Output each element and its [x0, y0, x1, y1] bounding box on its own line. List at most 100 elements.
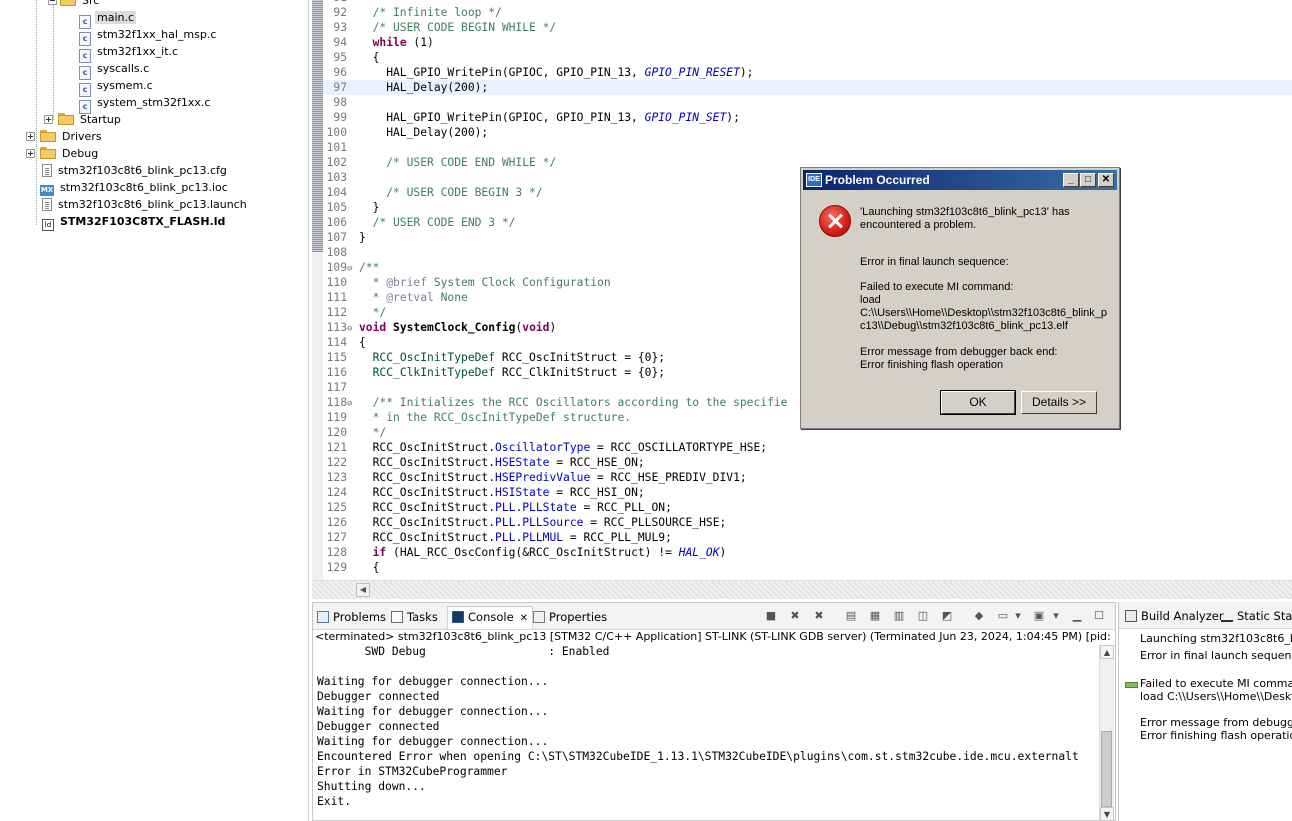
console-toolbar-button[interactable]: ◆ — [971, 609, 987, 623]
tree-item-label: Drivers — [62, 130, 102, 143]
console-line: Shutting down... — [317, 780, 426, 793]
line-number: 115 — [326, 351, 347, 364]
code-line: 129 { — [323, 560, 1292, 575]
maximize-button[interactable]: □ — [1080, 173, 1096, 187]
line-number: 102 — [326, 156, 347, 169]
line-number: 92 — [333, 6, 347, 19]
console-toolbar-button[interactable]: ▾ — [1013, 609, 1023, 623]
tab-label: Build Analyzer — [1141, 609, 1224, 623]
text-file-icon — [42, 198, 52, 211]
ok-button[interactable]: OK — [940, 390, 1016, 415]
scroll-down-icon[interactable]: ▼ — [1100, 807, 1114, 820]
dialog-title: Problem Occurred — [825, 173, 930, 187]
code-text: RCC_OscInitStruct.HSEState = RCC_HSE_ON; — [359, 456, 645, 469]
line-number: 127 — [326, 531, 347, 544]
tree-item[interactable]: c stm32f1xx_hal_msp.c — [79, 26, 218, 46]
code-line: 100 HAL_Delay(200); — [323, 125, 1292, 140]
tree-item[interactable]: Debug — [40, 145, 100, 162]
tree-item[interactable]: c system_stm32f1xx.c — [79, 94, 212, 114]
code-text: RCC_OscInitStruct.HSEPredivValue = RCC_H… — [359, 471, 747, 484]
line-number: 101 — [326, 141, 347, 154]
tab-build-analyzer[interactable]: Build Analyzer — [1125, 606, 1224, 626]
console-toolbar-button[interactable]: ◩ — [939, 609, 955, 623]
console-toolbar-button[interactable]: ◫ — [915, 609, 931, 623]
code-line: 121 RCC_OscInitStruct.OscillatorType = R… — [323, 440, 1292, 455]
tree-item-label: Src — [82, 0, 100, 7]
tree-item-label: syscalls.c — [97, 62, 150, 75]
code-line: 98 — [323, 95, 1292, 110]
line-number: 112 — [326, 306, 347, 319]
code-text: /* Infinite loop */ — [359, 6, 502, 19]
tree-expander-icon[interactable] — [44, 115, 53, 124]
build-message-line: Error message from debugger b — [1140, 716, 1292, 729]
tree-item[interactable]: Drivers — [40, 128, 104, 145]
console-toolbar-button[interactable]: ▦ — [867, 609, 883, 623]
console-line: Exit. — [317, 795, 352, 808]
minimize-button[interactable]: _ — [1063, 173, 1079, 187]
code-text: } — [359, 231, 366, 244]
build-analyzer-icon — [1125, 610, 1137, 622]
editor-horizontal-scrollbar[interactable]: ◀ — [312, 580, 1292, 599]
code-line: 125 RCC_OscInitStruct.PLL.PLLState = RCC… — [323, 500, 1292, 515]
tree-item[interactable]: c stm32f1xx_it.c — [79, 43, 180, 63]
scroll-left-icon[interactable]: ◀ — [356, 583, 370, 597]
tree-expander-icon[interactable] — [26, 149, 35, 158]
code-text: HAL_Delay(200); — [359, 81, 489, 94]
console-toolbar-button[interactable]: ▣ — [1031, 609, 1047, 623]
tree-item[interactable]: c syscalls.c — [79, 60, 151, 80]
ide-icon: IDE — [806, 173, 822, 187]
code-text: RCC_OscInitTypeDef RCC_OscInitStruct = {… — [372, 351, 666, 364]
console-toolbar-button[interactable]: ▥ — [891, 609, 907, 623]
folder-icon — [60, 0, 76, 6]
scroll-up-icon[interactable]: ▲ — [1100, 645, 1114, 659]
tab-console[interactable]: Console ✕ — [447, 606, 534, 629]
close-icon[interactable]: ✕ — [520, 613, 528, 624]
tree-item[interactable]: stm32f103c8t6_blink_pc13.cfg — [42, 162, 229, 179]
tree-item[interactable]: c main.c — [79, 9, 137, 29]
code-line: 94 while (1) — [323, 35, 1292, 50]
static-stack-icon — [1221, 610, 1233, 622]
line-number: 94 — [333, 36, 347, 49]
console-toolbar-button[interactable]: ■ — [763, 609, 779, 623]
error-icon — [819, 205, 851, 237]
code-text: * @retval None — [359, 291, 468, 304]
line-number: 121 — [326, 441, 347, 454]
dialog-title-bar[interactable]: IDE Problem Occurred _ □ ✕ — [803, 170, 1117, 190]
console-output[interactable]: SWD Debug : Enabled Waiting for debugger … — [317, 644, 1097, 809]
tab-tasks[interactable]: Tasks — [391, 607, 438, 627]
console-toolbar-button[interactable]: ▾ — [1051, 609, 1061, 623]
console-vertical-scrollbar[interactable]: ▲ ▼ — [1099, 645, 1114, 820]
build-analyzer-panel: Build Analyzer Static Stack Launching stm… — [1118, 602, 1292, 821]
tab-static-stack[interactable]: Static Stack — [1221, 606, 1292, 626]
code-text: { — [359, 561, 380, 574]
dialog-message-line: Failed to execute MI command: — [860, 281, 1014, 293]
tab-problems[interactable]: Problems — [317, 607, 386, 627]
tree-item[interactable]: MX stm32f103c8t6_blink_pc13.ioc — [40, 179, 230, 196]
code-text: * in the RCC_OscInitTypeDef structure. — [359, 411, 632, 424]
close-button[interactable]: ✕ — [1098, 173, 1114, 187]
code-text: /* USER CODE BEGIN 3 */ — [359, 186, 543, 199]
tree-item[interactable]: Src — [60, 0, 101, 9]
code-text: RCC_OscInitStruct.OscillatorType = RCC_O… — [359, 441, 768, 454]
tree-item[interactable]: ld STM32F103C8TX_FLASH.ld — [42, 213, 227, 231]
line-number: 113 — [326, 321, 347, 334]
console-toolbar-button[interactable]: ▁ — [1069, 609, 1085, 623]
tab-properties[interactable]: Properties — [533, 607, 607, 627]
tree-item[interactable]: stm32f103c8t6_blink_pc13.launch — [42, 196, 249, 213]
scroll-thumb[interactable] — [1101, 731, 1112, 807]
build-message-line: Error in final launch sequence: — [1140, 649, 1292, 662]
console-toolbar-button[interactable]: ✖ — [787, 609, 803, 623]
console-line: Waiting for debugger connection... — [317, 675, 549, 688]
details-button[interactable]: Details >> — [1021, 391, 1097, 414]
tree-item[interactable]: Startup — [58, 111, 123, 128]
console-toolbar-button[interactable]: ▭ — [995, 609, 1011, 623]
console-toolbar-button[interactable]: ☐ — [1091, 609, 1107, 623]
console-toolbar-button[interactable]: ✖ — [811, 609, 827, 623]
tree-item[interactable]: c sysmem.c — [79, 77, 155, 97]
error-marker-icon — [1125, 682, 1138, 688]
code-line: 96 HAL_GPIO_WritePin(GPIOC, GPIO_PIN_13,… — [323, 65, 1292, 80]
tree-expander-icon[interactable] — [48, 0, 57, 5]
tree-guide-line — [36, 0, 37, 225]
console-toolbar-button[interactable]: ▤ — [843, 609, 859, 623]
tree-expander-icon[interactable] — [26, 132, 35, 141]
